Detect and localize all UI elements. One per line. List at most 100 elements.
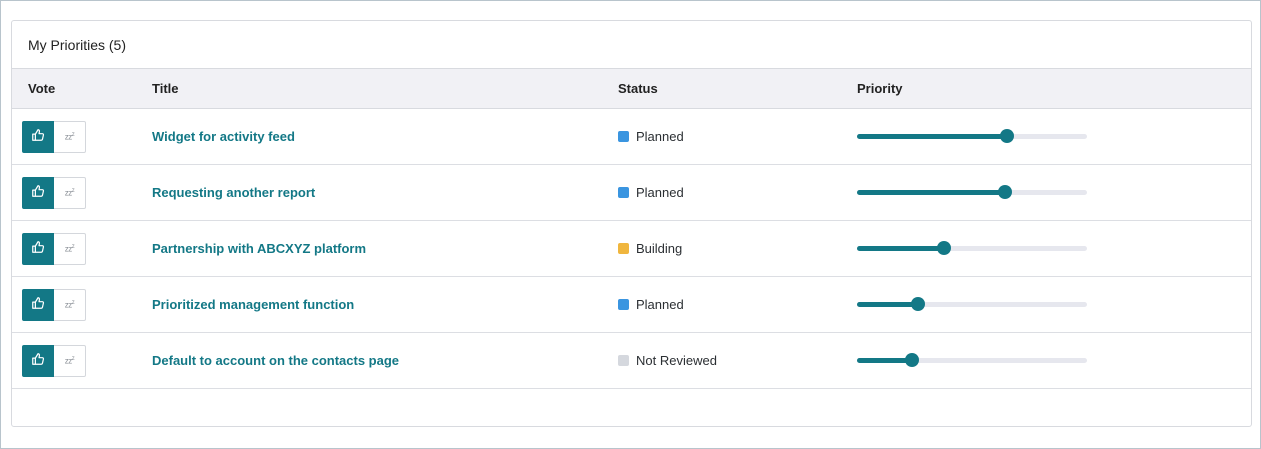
status-label: Building: [618, 241, 682, 256]
status-text: Not Reviewed: [636, 352, 717, 368]
panel-title: My Priorities (5): [28, 37, 127, 53]
snooze-icon: zzz: [65, 132, 75, 142]
status-cell: Not Reviewed: [618, 332, 857, 389]
thumbs-up-icon: [31, 296, 45, 313]
status-color-swatch: [618, 354, 629, 366]
thumbs-up-icon: [31, 352, 45, 369]
vote-up-button[interactable]: [22, 344, 54, 377]
vote-up-button[interactable]: [22, 176, 54, 209]
priorities-panel: My Priorities (5) Vote Title Status Prio…: [11, 20, 1252, 427]
priority-cell: [857, 220, 1251, 277]
snooze-icon-text: zz: [64, 132, 73, 142]
column-header-vote[interactable]: Vote: [12, 68, 152, 109]
snooze-button[interactable]: zzz: [54, 120, 86, 153]
priority-slider-fill: [857, 358, 913, 363]
priority-slider[interactable]: [857, 241, 1087, 255]
vote-button-group: zzz: [22, 176, 86, 209]
priority-slider-handle[interactable]: [910, 297, 925, 311]
column-header-title[interactable]: Title: [152, 68, 618, 109]
status-label: Planned: [618, 185, 684, 200]
snooze-icon-superscript: z: [71, 355, 75, 362]
status-text: Planned: [636, 296, 684, 312]
priority-slider[interactable]: [857, 353, 1087, 367]
snooze-icon: zzz: [65, 244, 75, 254]
table-row: zzz Prioritized management function Plan…: [12, 276, 1251, 333]
vote-up-button[interactable]: [22, 120, 54, 153]
column-header-priority[interactable]: Priority: [857, 68, 1251, 109]
priority-slider-handle[interactable]: [905, 353, 920, 367]
priority-title-link[interactable]: Widget for activity feed: [152, 129, 295, 144]
table-row: zzz Widget for activity feed Planned: [12, 108, 1251, 165]
priority-cell: [857, 164, 1251, 221]
snooze-button[interactable]: zzz: [54, 344, 86, 377]
vote-up-button[interactable]: [22, 288, 54, 321]
snooze-icon-text: zz: [64, 244, 73, 254]
priority-cell: [857, 108, 1251, 165]
priority-slider[interactable]: [857, 185, 1087, 199]
priority-slider-handle[interactable]: [999, 129, 1014, 143]
snooze-icon-superscript: z: [71, 131, 75, 138]
table-header-row: Vote Title Status Priority: [12, 68, 1251, 109]
snooze-icon-superscript: z: [71, 243, 75, 250]
table-row: zzz Partnership with ABCXYZ platform Bui…: [12, 220, 1251, 277]
snooze-icon: zzz: [65, 356, 75, 366]
priority-title-link[interactable]: Partnership with ABCXYZ platform: [152, 241, 366, 256]
table-row: zzz Default to account on the contacts p…: [12, 332, 1251, 389]
priority-slider[interactable]: [857, 129, 1087, 143]
vote-cell: zzz: [12, 276, 152, 333]
thumbs-up-icon: [31, 184, 45, 201]
vote-button-group: zzz: [22, 232, 86, 265]
priority-slider-fill: [857, 134, 1007, 139]
priority-slider-fill: [857, 302, 918, 307]
priority-slider-handle[interactable]: [998, 185, 1013, 199]
vote-up-button[interactable]: [22, 232, 54, 265]
priority-cell: [857, 332, 1251, 389]
priority-title-link[interactable]: Default to account on the contacts page: [152, 353, 399, 368]
status-color-swatch: [618, 242, 629, 254]
priority-slider[interactable]: [857, 297, 1087, 311]
snooze-icon-text: zz: [64, 188, 73, 198]
status-label: Not Reviewed: [618, 353, 717, 368]
status-color-swatch: [618, 186, 629, 198]
snooze-icon-text: zz: [64, 356, 73, 366]
title-cell: Partnership with ABCXYZ platform: [152, 220, 618, 277]
status-cell: Planned: [618, 164, 857, 221]
thumbs-up-icon: [31, 240, 45, 257]
status-label: Planned: [618, 129, 684, 144]
status-cell: Building: [618, 220, 857, 277]
status-color-swatch: [618, 130, 629, 142]
status-text: Planned: [636, 184, 684, 200]
snooze-icon-superscript: z: [71, 187, 75, 194]
vote-button-group: zzz: [22, 120, 86, 153]
vote-cell: zzz: [12, 164, 152, 221]
snooze-button[interactable]: zzz: [54, 232, 86, 265]
thumbs-up-icon: [31, 128, 45, 145]
vote-cell: zzz: [12, 220, 152, 277]
snooze-button[interactable]: zzz: [54, 176, 86, 209]
status-label: Planned: [618, 297, 684, 312]
snooze-icon-text: zz: [64, 300, 73, 310]
snooze-icon-superscript: z: [71, 299, 75, 306]
priority-slider-fill: [857, 190, 1006, 195]
priority-slider-fill: [857, 246, 945, 251]
title-cell: Default to account on the contacts page: [152, 332, 618, 389]
status-text: Building: [636, 240, 683, 256]
window-frame: My Priorities (5) Vote Title Status Prio…: [0, 0, 1261, 449]
status-cell: Planned: [618, 276, 857, 333]
vote-cell: zzz: [12, 108, 152, 165]
priority-slider-handle[interactable]: [937, 241, 952, 255]
title-cell: Widget for activity feed: [152, 108, 618, 165]
snooze-icon: zzz: [65, 300, 75, 310]
priority-title-link[interactable]: Requesting another report: [152, 185, 315, 200]
priority-title-link[interactable]: Prioritized management function: [152, 297, 354, 312]
title-cell: Prioritized management function: [152, 276, 618, 333]
snooze-button[interactable]: zzz: [54, 288, 86, 321]
table-row: zzz Requesting another report Planned: [12, 164, 1251, 221]
column-header-status[interactable]: Status: [618, 68, 857, 109]
vote-button-group: zzz: [22, 344, 86, 377]
priority-cell: [857, 276, 1251, 333]
vote-button-group: zzz: [22, 288, 86, 321]
status-text: Planned: [636, 128, 684, 144]
vote-cell: zzz: [12, 332, 152, 389]
status-color-swatch: [618, 298, 629, 310]
